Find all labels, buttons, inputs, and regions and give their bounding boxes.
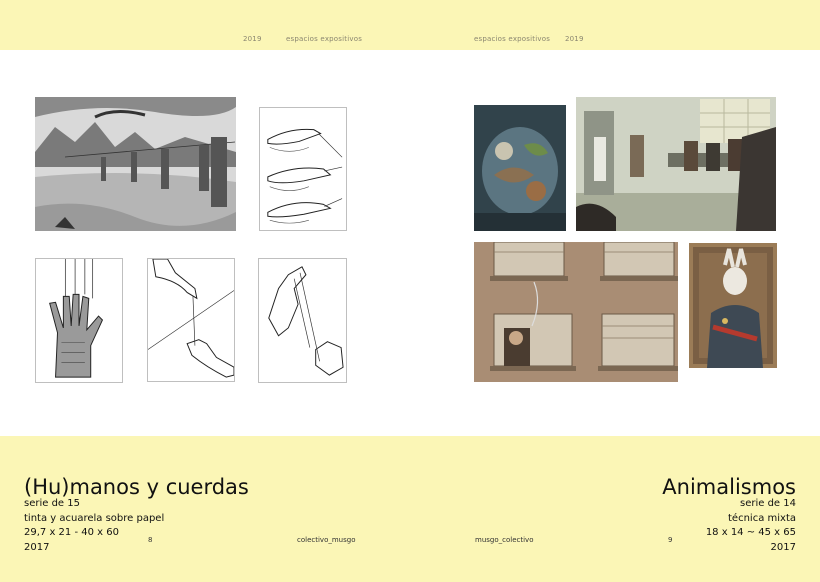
drawing-hands-string-1 [259,107,347,231]
series-detail-line: 2017 [24,541,50,553]
drawing-hand-puppet [35,258,123,383]
drawing-hands-string-2 [147,258,235,382]
painting-waiting-room [576,97,776,231]
drawing-landscape-hands [35,97,236,231]
header-band [0,0,820,50]
header-label-left: espacios expositivos [286,35,363,43]
header-label-right: espacios expositivos [474,35,551,43]
page-number-right: 9 [668,536,673,544]
drawing-hands-string-3 [258,258,347,383]
series-details-right: serie de 14 técnica mixta 18 x 14 ~ 45 x… [706,497,796,555]
footer-credit-right: musgo_colectivo [475,536,534,544]
series-detail-line: 29,7 x 21 - 40 x 60 [24,527,119,538]
painting-window-facade [474,242,678,382]
series-detail-line: serie de 15 [24,498,80,509]
series-detail-line: técnica mixta [728,512,796,524]
series-detail-line: serie de 14 [740,498,796,509]
footer-credit-left: colectivo_musgo [297,536,356,544]
painting-rabbit-portrait [689,243,777,368]
page-number-left: 8 [148,536,153,544]
series-details-left: serie de 15 tinta y acuarela sobre papel… [24,497,164,555]
series-detail-line: tinta y acuarela sobre papel [24,512,165,524]
series-detail-line: 18 x 14 ~ 45 x 65 [705,527,796,538]
header-year-right: 2019 [565,35,584,43]
series-title-left: (Hu)manos y cuerdas [24,475,249,499]
series-detail-line: 2017 [770,541,796,553]
painting-aquarium [474,105,566,231]
header-year-left: 2019 [243,35,262,43]
series-title-right: Animalismos [662,475,796,499]
